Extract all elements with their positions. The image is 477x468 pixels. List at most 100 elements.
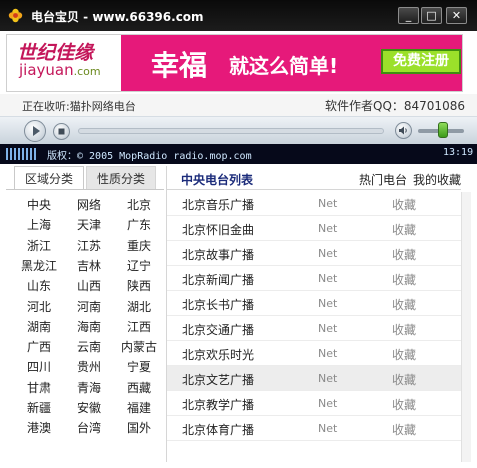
- tab-region-category[interactable]: 区域分类: [14, 166, 84, 190]
- hot-stations-link[interactable]: 热门电台: [359, 171, 407, 188]
- add-favorite-link[interactable]: 收藏: [392, 321, 416, 338]
- close-button[interactable]: ✕: [446, 7, 467, 24]
- station-name[interactable]: 北京音乐广播: [182, 196, 254, 213]
- tab-type-category[interactable]: 性质分类: [86, 166, 156, 190]
- station-name[interactable]: 北京新闻广播: [182, 271, 254, 288]
- add-favorite-link[interactable]: 收藏: [392, 246, 416, 263]
- station-name[interactable]: 北京欢乐时光: [182, 346, 254, 363]
- region-item[interactable]: 山西: [64, 277, 114, 294]
- ad-slogan-area[interactable]: 幸福 就这么简单! 免费注册: [121, 35, 462, 91]
- station-name[interactable]: 北京长书广播: [182, 296, 254, 313]
- app-flower-icon: [8, 8, 23, 23]
- station-name[interactable]: 北京教学广播: [182, 396, 254, 413]
- progress-bar[interactable]: [78, 128, 384, 134]
- region-item[interactable]: 青海: [64, 379, 114, 396]
- jiayuan-logo[interactable]: 世纪佳缘 jiayuan.com: [7, 35, 121, 91]
- region-item[interactable]: 贵州: [64, 358, 114, 375]
- station-type: Net: [318, 397, 338, 410]
- play-icon: [33, 126, 40, 136]
- region-item[interactable]: 浙江: [14, 237, 64, 254]
- region-item[interactable]: 湖北: [114, 298, 164, 315]
- banner-ad[interactable]: 世纪佳缘 jiayuan.com 幸福 就这么简单! 免费注册: [6, 34, 463, 92]
- region-item[interactable]: 山东: [14, 277, 64, 294]
- station-row[interactable]: 北京故事广播 Net 收藏: [167, 241, 461, 266]
- region-item[interactable]: 四川: [14, 358, 64, 375]
- region-item[interactable]: 陕西: [114, 277, 164, 294]
- station-name[interactable]: 北京故事广播: [182, 246, 254, 263]
- station-name[interactable]: 北京怀旧金曲: [182, 221, 254, 238]
- region-item[interactable]: 云南: [64, 338, 114, 355]
- add-favorite-link[interactable]: 收藏: [392, 271, 416, 288]
- ad-headline: 幸福: [151, 49, 208, 82]
- region-item[interactable]: 北京: [114, 196, 164, 213]
- ad-subline: 就这么简单!: [229, 54, 339, 78]
- add-favorite-link[interactable]: 收藏: [392, 421, 416, 438]
- free-register-button[interactable]: 免费注册: [381, 49, 461, 74]
- region-item[interactable]: 福建: [114, 399, 164, 416]
- volume-slider-handle[interactable]: [437, 122, 448, 138]
- station-row[interactable]: 北京文艺广播 Net 收藏: [167, 366, 461, 391]
- title-bar[interactable]: 电台宝贝 - www.66396.com _ □ ✕: [0, 0, 477, 31]
- region-item[interactable]: 新疆: [14, 399, 64, 416]
- equalizer-icon: [6, 148, 36, 160]
- region-item[interactable]: 天津: [64, 216, 114, 233]
- station-row[interactable]: 北京长书广播 Net 收藏: [167, 291, 461, 316]
- region-item[interactable]: 国外: [114, 419, 164, 436]
- station-name[interactable]: 北京体育广播: [182, 421, 254, 438]
- station-name[interactable]: 北京交通广播: [182, 321, 254, 338]
- region-item[interactable]: 港澳: [14, 419, 64, 436]
- maximize-button[interactable]: □: [421, 7, 442, 24]
- add-favorite-link[interactable]: 收藏: [392, 346, 416, 363]
- minimize-button[interactable]: _: [398, 7, 419, 24]
- region-item[interactable]: 辽宁: [114, 257, 164, 274]
- info-row: 正在收听:猫扑网络电台 软件作者QQ：84701086: [0, 94, 477, 116]
- station-row[interactable]: 北京新闻广播 Net 收藏: [167, 266, 461, 291]
- stop-icon: [58, 128, 65, 135]
- player-controls: [0, 116, 477, 144]
- region-item[interactable]: 广西: [14, 338, 64, 355]
- region-item[interactable]: 网络: [64, 196, 114, 213]
- region-item[interactable]: 江西: [114, 318, 164, 335]
- station-list-header: 中央电台列表 热门电台 我的收藏: [167, 166, 461, 190]
- station-type: Net: [318, 197, 338, 210]
- region-item[interactable]: 海南: [64, 318, 114, 335]
- add-favorite-link[interactable]: 收藏: [392, 196, 416, 213]
- station-list-scrollbar[interactable]: [461, 192, 471, 462]
- station-type: Net: [318, 272, 338, 285]
- stop-button[interactable]: [53, 123, 70, 140]
- station-row[interactable]: 北京怀旧金曲 Net 收藏: [167, 216, 461, 241]
- region-item[interactable]: 上海: [14, 216, 64, 233]
- add-favorite-link[interactable]: 收藏: [392, 371, 416, 388]
- region-item[interactable]: 内蒙古: [114, 338, 164, 355]
- add-favorite-link[interactable]: 收藏: [392, 296, 416, 313]
- station-list-title: 中央电台列表: [181, 173, 254, 187]
- region-item[interactable]: 黑龙江: [14, 257, 64, 274]
- region-item[interactable]: 甘肃: [14, 379, 64, 396]
- now-playing-text: 正在收听:猫扑网络电台: [22, 100, 136, 113]
- region-item[interactable]: 西藏: [114, 379, 164, 396]
- add-favorite-link[interactable]: 收藏: [392, 221, 416, 238]
- region-item[interactable]: 台湾: [64, 419, 114, 436]
- region-item[interactable]: 河南: [64, 298, 114, 315]
- station-row[interactable]: 北京欢乐时光 Net 收藏: [167, 341, 461, 366]
- region-item[interactable]: 重庆: [114, 237, 164, 254]
- play-button[interactable]: [24, 120, 46, 142]
- station-row[interactable]: 北京交通广播 Net 收藏: [167, 316, 461, 341]
- add-favorite-link[interactable]: 收藏: [392, 396, 416, 413]
- region-item[interactable]: 湖南: [14, 318, 64, 335]
- region-item[interactable]: 安徽: [64, 399, 114, 416]
- station-row[interactable]: 北京教学广播 Net 收藏: [167, 391, 461, 416]
- my-favorites-link[interactable]: 我的收藏: [413, 171, 461, 188]
- station-type: Net: [318, 422, 338, 435]
- station-name[interactable]: 北京文艺广播: [182, 371, 254, 388]
- logo-en-suffix: .com: [73, 65, 101, 78]
- region-item[interactable]: 江苏: [64, 237, 114, 254]
- region-item[interactable]: 广东: [114, 216, 164, 233]
- region-item[interactable]: 中央: [14, 196, 64, 213]
- region-item[interactable]: 吉林: [64, 257, 114, 274]
- region-item[interactable]: 河北: [14, 298, 64, 315]
- station-row[interactable]: 北京音乐广播 Net 收藏: [167, 191, 461, 216]
- region-item[interactable]: 宁夏: [114, 358, 164, 375]
- volume-button[interactable]: [395, 122, 412, 139]
- station-row[interactable]: 北京体育广播 Net 收藏: [167, 416, 461, 441]
